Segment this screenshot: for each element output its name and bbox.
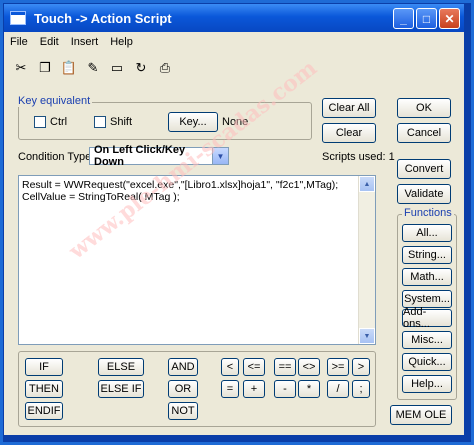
- op-and-button[interactable]: AND: [168, 358, 198, 376]
- ctrl-checkbox[interactable]: Ctrl: [34, 116, 67, 128]
- condition-type-label: Condition Type:: [18, 151, 95, 163]
- op-plus-button[interactable]: +: [243, 380, 265, 398]
- scroll-down-icon[interactable]: ▼: [359, 328, 375, 344]
- clear-all-button[interactable]: Clear All: [322, 98, 376, 118]
- mem-ole-button[interactable]: MEM OLE: [390, 405, 452, 425]
- op-or-button[interactable]: OR: [168, 380, 198, 398]
- window-icon[interactable]: ▭: [108, 59, 126, 77]
- cancel-button[interactable]: Cancel: [397, 123, 451, 143]
- function-string-button[interactable]: String...: [402, 246, 452, 264]
- ok-button[interactable]: OK: [397, 98, 451, 118]
- op-neq-button[interactable]: <>: [298, 358, 320, 376]
- key-value: None: [222, 116, 249, 128]
- function-math-button[interactable]: Math...: [402, 268, 452, 286]
- op-eq-button[interactable]: ==: [274, 358, 296, 376]
- window-title: Touch -> Action Script: [34, 10, 172, 26]
- action-script-window: Touch -> Action Script _ □ ✕ File Edit I…: [3, 3, 465, 436]
- function-help-button[interactable]: Help...: [402, 375, 452, 393]
- cut-icon[interactable]: ✂: [12, 59, 30, 77]
- menu-help[interactable]: Help: [104, 36, 139, 48]
- format-icon[interactable]: ✎: [84, 59, 102, 77]
- function-addons-button[interactable]: Add-ons...: [402, 306, 452, 330]
- op-then-button[interactable]: THEN: [25, 380, 63, 398]
- op-if-button[interactable]: IF: [25, 358, 63, 376]
- op-gte-button[interactable]: >=: [327, 358, 349, 376]
- print-icon[interactable]: ⎙: [156, 59, 174, 77]
- ctrl-label: Ctrl: [50, 116, 68, 128]
- scroll-up-icon[interactable]: ▲: [359, 176, 375, 192]
- op-else-button[interactable]: ELSE: [98, 358, 144, 376]
- key-equivalent-label: Key equivalent: [16, 95, 93, 107]
- op-not-button[interactable]: NOT: [168, 402, 198, 420]
- paste-icon[interactable]: 📋: [60, 59, 78, 77]
- ctrl-checkbox-box[interactable]: [34, 116, 46, 128]
- minimize-button[interactable]: _: [393, 8, 414, 29]
- op-assign-button[interactable]: =: [221, 380, 239, 398]
- menu-file[interactable]: File: [4, 36, 34, 48]
- condition-type-select[interactable]: On Left Click/Key Down ▼: [89, 144, 229, 168]
- op-gt-button[interactable]: >: [352, 358, 370, 376]
- op-semicolon-button[interactable]: ;: [352, 380, 370, 398]
- close-button[interactable]: ✕: [439, 8, 460, 29]
- script-editor[interactable]: Result = WWRequest("excel.exe","[Libro1.…: [18, 175, 376, 345]
- condition-type-value: On Left Click/Key Down: [94, 144, 186, 168]
- maximize-button[interactable]: □: [416, 8, 437, 29]
- menu-bar: File Edit Insert Help: [4, 32, 464, 52]
- copy-icon[interactable]: ❐: [36, 59, 54, 77]
- app-window-icon: [10, 11, 26, 25]
- function-quick-button[interactable]: Quick...: [402, 353, 452, 371]
- function-all-button[interactable]: All...: [402, 224, 452, 242]
- chevron-down-icon[interactable]: ▼: [212, 148, 228, 164]
- functions-label: Functions: [402, 207, 454, 219]
- op-endif-button[interactable]: ENDIF: [25, 402, 63, 420]
- op-minus-button[interactable]: -: [274, 380, 296, 398]
- op-else-if-button[interactable]: ELSE IF: [98, 380, 144, 398]
- code-line: CellValue = StringToReal( MTag );: [22, 191, 180, 203]
- toolbar: ✂ ❐ 📋 ✎ ▭ ↻ ⎙: [12, 56, 174, 80]
- menu-insert[interactable]: Insert: [65, 36, 105, 48]
- shift-label: Shift: [110, 116, 133, 128]
- key-button[interactable]: Key...: [168, 112, 218, 132]
- clear-button[interactable]: Clear: [322, 123, 376, 143]
- op-divide-button[interactable]: /: [327, 380, 349, 398]
- op-lte-button[interactable]: <=: [243, 358, 265, 376]
- op-lt-button[interactable]: <: [221, 358, 239, 376]
- shift-checkbox-box[interactable]: [94, 116, 106, 128]
- refresh-icon[interactable]: ↻: [132, 59, 150, 77]
- scripts-used-label: Scripts used: 1: [322, 151, 395, 163]
- title-bar[interactable]: Touch -> Action Script _ □ ✕: [4, 4, 464, 32]
- menu-edit[interactable]: Edit: [34, 36, 65, 48]
- shift-checkbox[interactable]: Shift: [94, 116, 132, 128]
- convert-button[interactable]: Convert: [397, 159, 451, 179]
- vertical-scrollbar[interactable]: ▲ ▼: [358, 176, 375, 344]
- code-line: Result = WWRequest("excel.exe","[Libro1.…: [22, 179, 339, 191]
- op-multiply-button[interactable]: *: [298, 380, 320, 398]
- validate-button[interactable]: Validate: [397, 184, 451, 204]
- function-misc-button[interactable]: Misc...: [402, 331, 452, 349]
